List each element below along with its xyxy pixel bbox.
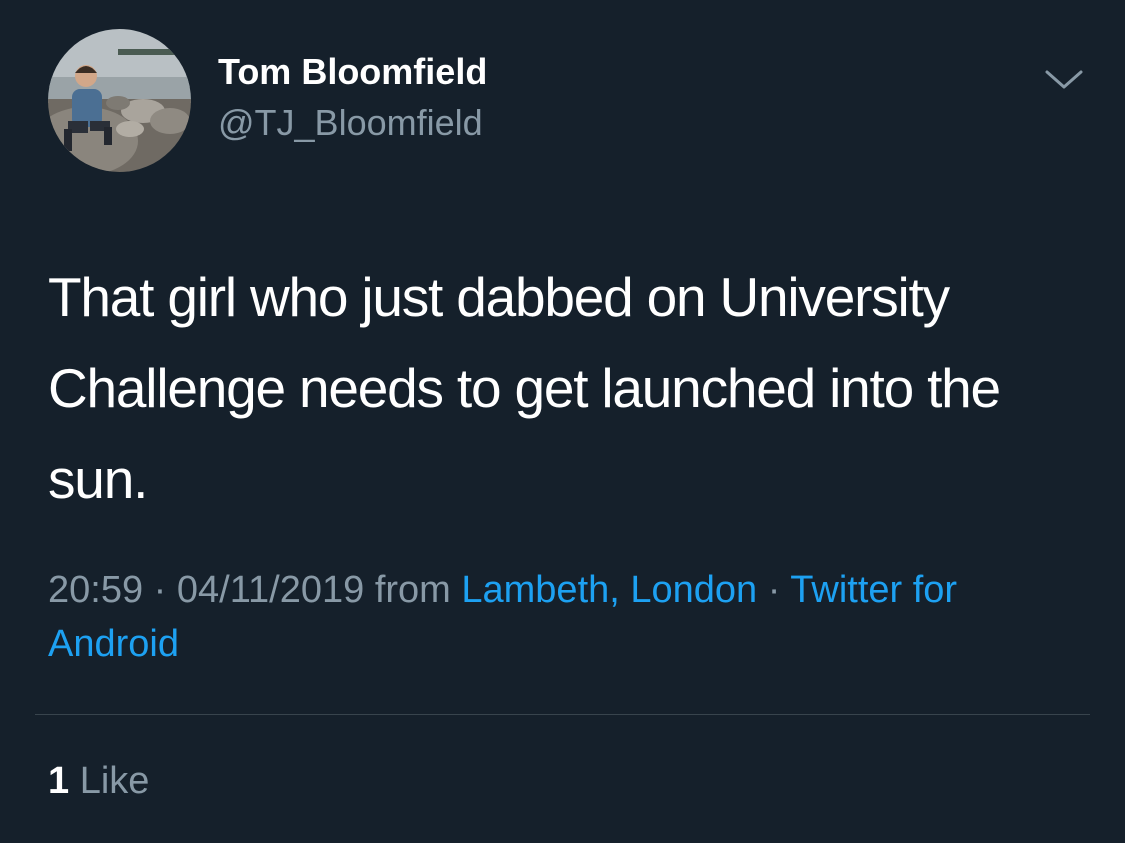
tweet-meta: 20:59 · 04/11/2019 from Lambeth, London … <box>48 563 1048 671</box>
tweet-date[interactable]: 04/11/2019 <box>177 569 364 611</box>
tweet-location-link[interactable]: Lambeth, London <box>461 569 757 611</box>
from-label: from <box>374 569 451 611</box>
author-handle[interactable]: @TJ_Bloomfield <box>218 101 483 145</box>
meta-separator: · <box>153 569 167 611</box>
tweet-time[interactable]: 20:59 <box>48 569 143 611</box>
chevron-down-icon[interactable] <box>1038 58 1090 102</box>
divider <box>35 714 1090 715</box>
tweet-text: That girl who just dabbed on University … <box>48 266 1001 510</box>
meta-separator: · <box>767 569 781 611</box>
author-display-name[interactable]: Tom Bloomfield <box>218 50 487 94</box>
likes-label: Like <box>79 760 150 802</box>
likes-stat[interactable]: 1 Like <box>48 758 149 804</box>
avatar-photo <box>48 29 191 172</box>
avatar[interactable] <box>48 29 191 172</box>
likes-count: 1 <box>48 760 70 802</box>
